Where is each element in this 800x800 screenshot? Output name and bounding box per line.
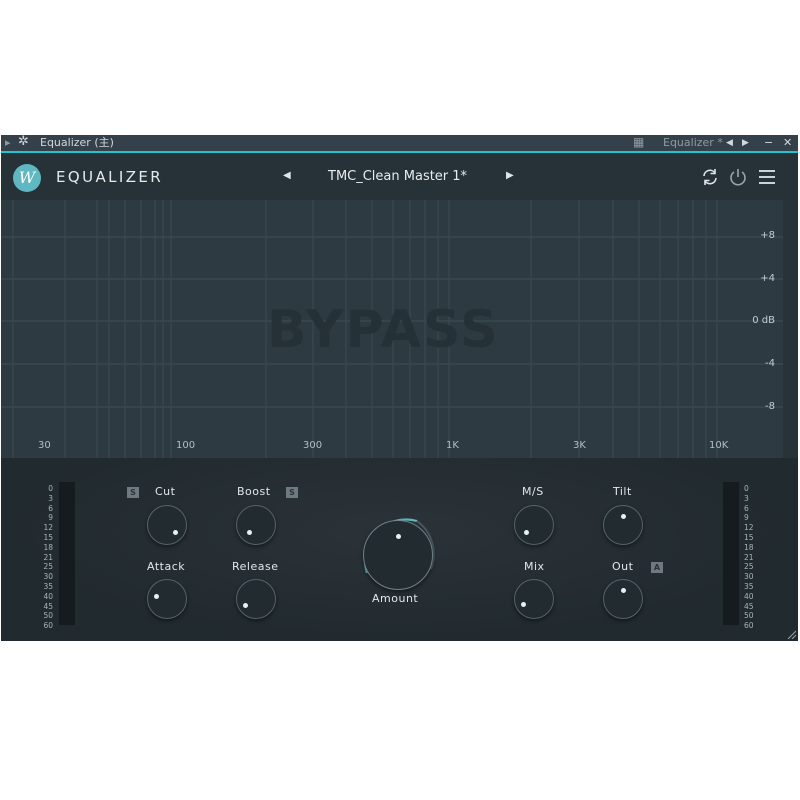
freq-label: 3K <box>573 440 586 451</box>
db-label: -4 <box>765 358 775 369</box>
plugin-brand: EQUALIZER <box>56 168 164 186</box>
host-menu-arrow-icon[interactable]: ▸ <box>5 136 11 150</box>
host-next-icon[interactable]: ▶ <box>742 136 749 150</box>
freq-label: 30 <box>38 440 51 451</box>
menu-icon[interactable] <box>757 167 777 187</box>
minimize-button[interactable]: − <box>764 136 773 150</box>
knob-indicator <box>621 514 626 519</box>
db-label: 0 dB <box>752 315 775 326</box>
bypass-overlay: BYPASS <box>267 300 500 360</box>
input-meter <box>59 482 75 625</box>
cut-solo-button[interactable]: S <box>127 487 139 498</box>
knob-indicator <box>521 602 526 607</box>
logo: W <box>13 164 41 192</box>
mix-knob[interactable] <box>514 579 554 619</box>
out-auto-button[interactable]: A <box>651 562 663 573</box>
db-label: -8 <box>765 401 775 412</box>
tilt-knob[interactable] <box>603 505 643 545</box>
cut-label: Cut <box>155 485 176 498</box>
preset-prev-button[interactable]: ◀ <box>283 170 291 181</box>
resize-icon[interactable] <box>786 629 796 639</box>
freq-label: 300 <box>303 440 323 451</box>
host-titlebar: ▸ ✲ Equalizer (主) ▦ Equalizer * ◀ ▶ − ✕ <box>1 135 798 153</box>
graph-side-strip <box>783 200 798 458</box>
preset-name[interactable]: TMC_Clean Master 1* <box>328 169 467 184</box>
host-prev-icon[interactable]: ◀ <box>726 136 733 150</box>
plugin-window: ▸ ✲ Equalizer (主) ▦ Equalizer * ◀ ▶ − ✕ … <box>1 135 798 641</box>
refresh-icon[interactable] <box>700 167 720 187</box>
boost-knob[interactable] <box>236 505 276 545</box>
db-label: +8 <box>760 230 775 241</box>
knob-indicator <box>173 530 178 535</box>
mix-label: Mix <box>524 560 545 573</box>
attack-knob[interactable] <box>147 579 187 619</box>
release-knob[interactable] <box>236 579 276 619</box>
host-title: Equalizer (主) <box>40 136 114 149</box>
knob-indicator <box>524 530 529 535</box>
cut-knob[interactable] <box>147 505 187 545</box>
preset-next-button[interactable]: ▶ <box>506 170 514 181</box>
knob-indicator <box>154 594 159 599</box>
ms-label: M/S <box>522 485 544 498</box>
out-label: Out <box>612 560 634 573</box>
knob-indicator <box>621 588 626 593</box>
eq-graph[interactable]: BYPASS +8 +4 0 dB -4 -8 30 100 300 1K 3K… <box>1 200 783 458</box>
tilt-label: Tilt <box>613 485 632 498</box>
knob-indicator <box>396 534 401 539</box>
freq-label: 100 <box>176 440 196 451</box>
gear-icon[interactable]: ✲ <box>18 135 29 149</box>
freq-label: 10K <box>709 440 729 451</box>
ms-knob[interactable] <box>514 505 554 545</box>
out-knob[interactable] <box>603 579 643 619</box>
power-icon[interactable] <box>728 167 748 187</box>
meter-scale-right: 036 9 12 15 18 21 25 30 35 40 45 50 60 <box>744 484 754 631</box>
knob-indicator <box>247 530 252 535</box>
release-label: Release <box>232 560 279 573</box>
attack-label: Attack <box>147 560 186 573</box>
piano-icon[interactable]: ▦ <box>633 135 644 149</box>
plugin-header: W EQUALIZER ◀ TMC_Clean Master 1* ▶ <box>1 153 798 200</box>
meter-scale-left: 036 9 12 15 18 21 25 30 35 40 45 50 60 <box>43 484 53 631</box>
close-button[interactable]: ✕ <box>783 136 792 150</box>
boost-solo-button[interactable]: S <box>286 487 298 498</box>
db-label: +4 <box>760 273 775 284</box>
output-meter <box>723 482 739 625</box>
boost-label: Boost <box>237 485 271 498</box>
control-panel: 036 9 12 15 18 21 25 30 35 40 45 50 60 036 9 12 15… <box>1 458 798 641</box>
knob-indicator <box>243 603 248 608</box>
amount-label: Amount <box>372 592 419 605</box>
host-window-name[interactable]: Equalizer * <box>663 136 723 150</box>
freq-label: 1K <box>446 440 459 451</box>
amount-knob[interactable] <box>363 520 433 590</box>
